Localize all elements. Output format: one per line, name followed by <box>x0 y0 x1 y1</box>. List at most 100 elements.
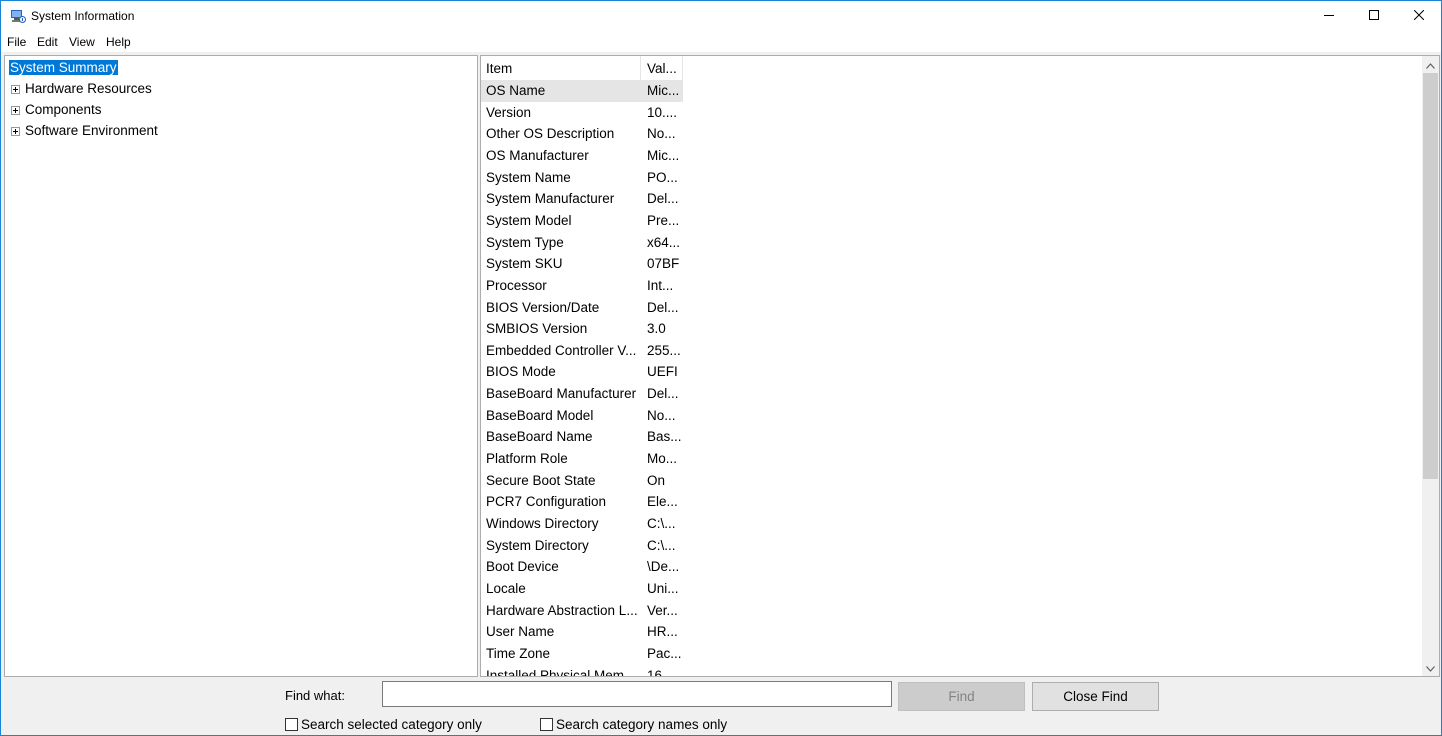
table-row[interactable]: Boot Device \De... <box>481 556 683 578</box>
row-item: OS Manufacturer <box>486 147 589 163</box>
checkbox-label: Search selected category only <box>301 716 482 732</box>
row-value: Del... <box>647 386 679 402</box>
row-item: Secure Boot State <box>486 472 596 488</box>
row-item: BaseBoard Name <box>486 429 593 445</box>
chevron-up-icon <box>1426 56 1435 74</box>
row-item: Hardware Abstraction L... <box>486 602 638 618</box>
search-selected-category-option[interactable]: Search selected category only <box>285 715 482 733</box>
checkbox-label: Search category names only <box>556 716 728 732</box>
row-item: Embedded Controller V... <box>486 342 637 358</box>
search-category-names-checkbox[interactable] <box>540 717 553 731</box>
table-row[interactable]: User Name HR... <box>481 621 683 643</box>
table-row[interactable]: OS Manufacturer Mic... <box>481 145 683 167</box>
row-value: 07BF <box>647 256 680 272</box>
table-row[interactable]: Installed Physical Mem... 16... <box>481 665 683 676</box>
table-row[interactable]: SMBIOS Version 3.0 <box>481 318 683 340</box>
menu-view[interactable]: View <box>69 35 95 49</box>
column-header-item[interactable]: Item <box>486 61 512 76</box>
find-button[interactable]: Find <box>898 682 1025 711</box>
table-row[interactable]: PCR7 Configuration Ele... <box>481 491 683 513</box>
maximize-icon <box>1368 7 1379 25</box>
table-row[interactable]: System Manufacturer Del... <box>481 188 683 210</box>
row-item: System SKU <box>486 256 563 272</box>
expand-plus-icon[interactable] <box>11 85 20 94</box>
tree-item-system-summary[interactable]: System Summary <box>9 59 118 77</box>
maximize-button[interactable] <box>1351 1 1396 31</box>
row-item: Windows Directory <box>486 516 599 531</box>
row-value: 16... <box>647 667 674 676</box>
menu-file[interactable]: File <box>7 35 26 49</box>
row-value: Ver... <box>647 602 678 618</box>
table-row[interactable]: System SKU 07BF <box>481 253 683 275</box>
close-icon <box>1413 7 1424 25</box>
row-item: Locale <box>486 580 526 596</box>
row-item: System Manufacturer <box>486 191 615 207</box>
row-item: BaseBoard Manufacturer <box>486 386 637 402</box>
table-row[interactable]: System Model Pre... <box>481 210 683 232</box>
vertical-scrollbar[interactable] <box>1422 56 1439 676</box>
find-what-input[interactable] <box>382 681 892 707</box>
table-row[interactable]: BaseBoard Model No... <box>481 405 683 427</box>
row-value: No... <box>647 126 676 142</box>
close-find-button[interactable]: Close Find <box>1032 682 1159 711</box>
row-item: System Type <box>486 234 564 250</box>
tree-item-label: System Summary <box>9 60 118 75</box>
expand-plus-icon[interactable] <box>11 127 20 136</box>
column-divider[interactable] <box>682 56 683 80</box>
table-row[interactable]: Locale Uni... <box>481 578 683 600</box>
system-information-window: System Information File Edit View Help S… <box>0 0 1442 736</box>
row-value: Del... <box>647 299 679 315</box>
table-row[interactable]: Other OS Description No... <box>481 123 683 145</box>
table-row[interactable]: System Name PO... <box>481 167 683 189</box>
table-row[interactable]: Processor Int... <box>481 275 683 297</box>
table-row[interactable]: BIOS Mode UEFI <box>481 361 683 383</box>
row-item: System Directory <box>486 537 589 553</box>
row-value: On <box>647 472 666 488</box>
table-row[interactable]: BaseBoard Manufacturer Del... <box>481 383 683 405</box>
table-row[interactable]: BIOS Version/Date Del... <box>481 297 683 319</box>
row-value: Mo... <box>647 451 678 467</box>
tree-item-label: Components <box>25 102 102 117</box>
table-row[interactable]: BaseBoard Name Bas... <box>481 426 683 448</box>
table-row[interactable]: System Directory C:\... <box>481 535 683 557</box>
title-bar: System Information <box>1 1 1441 32</box>
table-row[interactable]: Hardware Abstraction L... Ver... <box>481 600 683 622</box>
close-button[interactable] <box>1396 1 1441 31</box>
scroll-thumb[interactable] <box>1423 73 1438 479</box>
row-value: Mic... <box>647 83 680 98</box>
table-row[interactable]: Embedded Controller V... 255... <box>481 340 683 362</box>
table-row[interactable]: Version 10.... <box>481 102 683 124</box>
minimize-button[interactable] <box>1306 1 1351 31</box>
row-value: 3.0 <box>647 321 666 337</box>
table-row[interactable]: Time Zone Pac... <box>481 643 683 665</box>
menu-edit[interactable]: Edit <box>37 35 58 49</box>
table-row[interactable]: Platform Role Mo... <box>481 448 683 470</box>
menu-help[interactable]: Help <box>106 35 131 49</box>
row-value: 255... <box>647 342 681 358</box>
column-divider[interactable] <box>640 56 641 80</box>
column-header-value[interactable]: Val... <box>647 61 677 76</box>
scroll-up-arrow[interactable] <box>1422 56 1439 73</box>
table-row[interactable]: Windows Directory C:\... <box>481 513 683 535</box>
row-item: BIOS Mode <box>486 364 556 380</box>
table-row[interactable]: OS Name Mic... <box>481 80 683 102</box>
expand-plus-icon[interactable] <box>11 106 20 115</box>
row-item: Boot Device <box>486 559 559 575</box>
row-value: x64... <box>647 234 681 250</box>
table-row[interactable]: Secure Boot State On <box>481 470 683 492</box>
search-selected-category-checkbox[interactable] <box>285 717 298 731</box>
menu-bar: File Edit View Help <box>1 32 1441 52</box>
scroll-down-arrow[interactable] <box>1422 659 1439 676</box>
row-item: Other OS Description <box>486 126 615 142</box>
row-value: Del... <box>647 191 679 207</box>
row-item: Platform Role <box>486 451 568 467</box>
row-item: BaseBoard Model <box>486 407 594 423</box>
search-category-names-option[interactable]: Search category names only <box>540 715 727 733</box>
tree-item-label: Hardware Resources <box>25 81 152 96</box>
row-item: PCR7 Configuration <box>486 494 607 510</box>
row-value: Ele... <box>647 494 678 510</box>
row-item: User Name <box>486 624 555 640</box>
table-row[interactable]: System Type x64... <box>481 232 683 254</box>
row-value: C:\... <box>647 537 676 553</box>
window-title: System Information <box>31 9 135 23</box>
